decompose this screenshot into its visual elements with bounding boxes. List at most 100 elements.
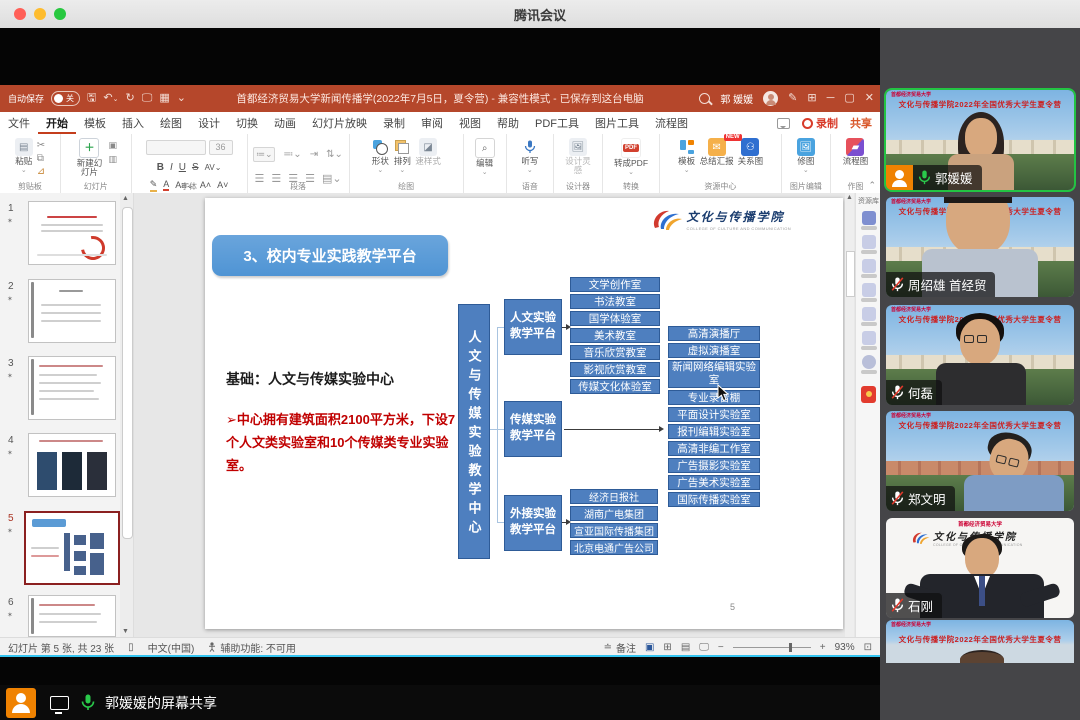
- resource-icon-6[interactable]: [862, 331, 876, 345]
- thumbnail-image[interactable]: [28, 433, 116, 497]
- redo-icon[interactable]: ↻: [125, 93, 134, 104]
- collapse-ribbon-icon[interactable]: ⌃: [868, 180, 876, 191]
- undo-icon[interactable]: ↶⌄: [103, 93, 118, 104]
- cut-icon[interactable]: ✂: [37, 140, 45, 151]
- diagram-box[interactable]: 美术教室: [570, 328, 660, 343]
- notes-button[interactable]: ≐ 备注: [604, 640, 636, 655]
- resource-icon-3[interactable]: [862, 259, 876, 273]
- diagram-box[interactable]: 专业录音棚: [668, 390, 760, 405]
- language-button[interactable]: 中文(中国): [148, 640, 195, 655]
- diagram-box[interactable]: 传媒文化体验室: [570, 379, 660, 394]
- zoom-slider-thumb[interactable]: [789, 643, 792, 652]
- autosave-toggle[interactable]: 关: [51, 91, 80, 106]
- participant-tile-shi-gang[interactable]: 首都经济贸易大学 文化与传播学院 COLLEGE OF CULTURE AND …: [886, 518, 1074, 618]
- italic-button[interactable]: I: [170, 162, 173, 173]
- zoom-in-icon[interactable]: +: [820, 642, 826, 653]
- share-button[interactable]: 共享: [850, 115, 872, 131]
- layout-icon[interactable]: ▣: [108, 140, 117, 151]
- diagram-box[interactable]: 虚拟演播室: [668, 343, 760, 358]
- diagram-box[interactable]: 书法教室: [570, 294, 660, 309]
- slide-scrollbar[interactable]: ▲: [845, 193, 854, 637]
- diagram-platform-external[interactable]: 外接实验教学平台: [504, 495, 562, 551]
- diagram-box[interactable]: 广告美术实验室: [668, 475, 760, 490]
- diagram-center-box[interactable]: 人文与传媒实验教学中心: [458, 304, 490, 559]
- red-packet-icon[interactable]: [861, 386, 876, 403]
- slide-canvas[interactable]: 文化与传播学院 COLLEGE OF CULTURE AND COMMUNICA…: [205, 198, 843, 629]
- zoom-percent[interactable]: 93%: [835, 642, 855, 653]
- search-icon[interactable]: [699, 93, 710, 104]
- present-icon[interactable]: 🖵: [142, 93, 153, 104]
- ribbon-display-icon[interactable]: ⊞: [807, 93, 816, 104]
- diagram-platform-media[interactable]: 传媒实验教学平台: [504, 401, 562, 457]
- minimize-window-icon[interactable]: [34, 8, 46, 20]
- tab-picture-tools[interactable]: 图片工具: [587, 112, 647, 134]
- record-button[interactable]: 录制: [802, 115, 838, 131]
- diagram-box[interactable]: 音乐欣赏教室: [570, 345, 660, 360]
- tab-home[interactable]: 开始: [38, 112, 76, 134]
- thumbnail-scrollbar[interactable]: ▲ ▼: [120, 193, 134, 637]
- tab-slideshow[interactable]: 幻灯片放映: [304, 112, 375, 134]
- indent-icon[interactable]: ⇥: [310, 149, 318, 160]
- comments-icon[interactable]: [777, 118, 790, 129]
- thumbnail-image[interactable]: [28, 595, 116, 637]
- slideshow-icon[interactable]: 🖵: [699, 642, 709, 653]
- diagram-box[interactable]: 新闻网络编辑实验室: [668, 360, 760, 388]
- character-spacing-icon[interactable]: AV⌄: [205, 163, 222, 172]
- resource-icon-4[interactable]: [862, 283, 876, 297]
- tab-design[interactable]: 设计: [190, 112, 228, 134]
- close-window-icon[interactable]: [14, 8, 26, 20]
- tab-file[interactable]: 文件: [0, 112, 38, 134]
- close-icon[interactable]: ✕: [865, 93, 874, 104]
- diagram-box[interactable]: 北京电通广告公司: [570, 540, 658, 555]
- font-size-box[interactable]: 36: [209, 140, 233, 155]
- tab-view[interactable]: 视图: [451, 112, 489, 134]
- participant-tile-he-lei[interactable]: 首都经济贸易大学 文化与传播学院2022年全国优秀大学生夏令营 何磊: [886, 305, 1074, 405]
- bullets-icon[interactable]: ≔⌄: [253, 147, 275, 162]
- bold-button[interactable]: B: [157, 162, 164, 173]
- user-avatar[interactable]: [763, 91, 778, 106]
- edit-button[interactable]: ⌕ 编辑⌄: [475, 138, 495, 193]
- tab-pdf-tools[interactable]: PDF工具: [527, 112, 587, 134]
- reading-view-icon[interactable]: ▤: [681, 642, 690, 653]
- format-painter-icon[interactable]: ⊿: [37, 166, 45, 177]
- diagram-box[interactable]: 广告摄影实验室: [668, 458, 760, 473]
- scroll-down-icon[interactable]: ▼: [122, 628, 129, 635]
- fit-slide-icon[interactable]: ⊡: [864, 642, 872, 653]
- numbering-icon[interactable]: ≕⌄: [283, 149, 301, 160]
- resource-icon-1[interactable]: [862, 211, 876, 225]
- zoom-out-icon[interactable]: −: [718, 642, 724, 653]
- copy-icon[interactable]: ⧉: [37, 153, 45, 164]
- tab-template[interactable]: 模板: [76, 112, 114, 134]
- diagram-box[interactable]: 文学创作室: [570, 277, 660, 292]
- scrollbar-thumb[interactable]: [122, 207, 133, 539]
- resource-icon-2[interactable]: [862, 235, 876, 249]
- slide-bullet-text[interactable]: ➢中心拥有建筑面积2100平方米，下设7个人文类实验室和10个传媒类专业实验室。: [226, 409, 458, 477]
- quick-access-caret-icon[interactable]: ⌄: [177, 93, 186, 104]
- resource-icon-5[interactable]: [862, 307, 876, 321]
- resource-panel-label[interactable]: 资源库: [856, 193, 881, 206]
- slide-heading[interactable]: 基础：人文与传媒实验中心: [226, 369, 394, 389]
- thumbnail-image[interactable]: [28, 356, 116, 420]
- participant-tile-partial[interactable]: 首都经济贸易大学 文化与传播学院2022年全国优秀大学生夏令营: [886, 620, 1074, 663]
- diagram-box[interactable]: 经济日报社: [570, 489, 658, 504]
- thumbnail-image[interactable]: [24, 511, 120, 585]
- minimize-icon[interactable]: ─: [827, 93, 835, 104]
- diagram-box[interactable]: 影视欣赏教室: [570, 362, 660, 377]
- save-icon[interactable]: 🖫: [87, 93, 96, 104]
- tab-review[interactable]: 审阅: [413, 112, 451, 134]
- diagram-box[interactable]: 高清非编工作室: [668, 441, 760, 456]
- scrollbar-thumb[interactable]: [846, 251, 855, 297]
- tab-help[interactable]: 帮助: [489, 112, 527, 134]
- scroll-up-icon[interactable]: ▲: [846, 194, 853, 201]
- diagram-box[interactable]: 报刊编辑实验室: [668, 424, 760, 439]
- accessibility-button[interactable]: 辅助功能: 不可用: [208, 640, 296, 655]
- underline-button[interactable]: U: [179, 162, 186, 173]
- tab-transitions[interactable]: 切换: [228, 112, 266, 134]
- participant-tile-zhou-shaoxiong[interactable]: 首都经济贸易大学 文化与传播学院2022年全国优秀大学生夏令营 周绍雄 首经贸: [886, 197, 1074, 297]
- diagram-platform-humanities[interactable]: 人文实验教学平台: [504, 299, 562, 355]
- grid-view-icon[interactable]: ▦: [159, 93, 169, 104]
- tab-insert[interactable]: 插入: [114, 112, 152, 134]
- tab-draw[interactable]: 绘图: [152, 112, 190, 134]
- thumbnail-image[interactable]: [28, 279, 116, 343]
- slide-title-box[interactable]: 3、校内专业实践教学平台: [212, 235, 448, 276]
